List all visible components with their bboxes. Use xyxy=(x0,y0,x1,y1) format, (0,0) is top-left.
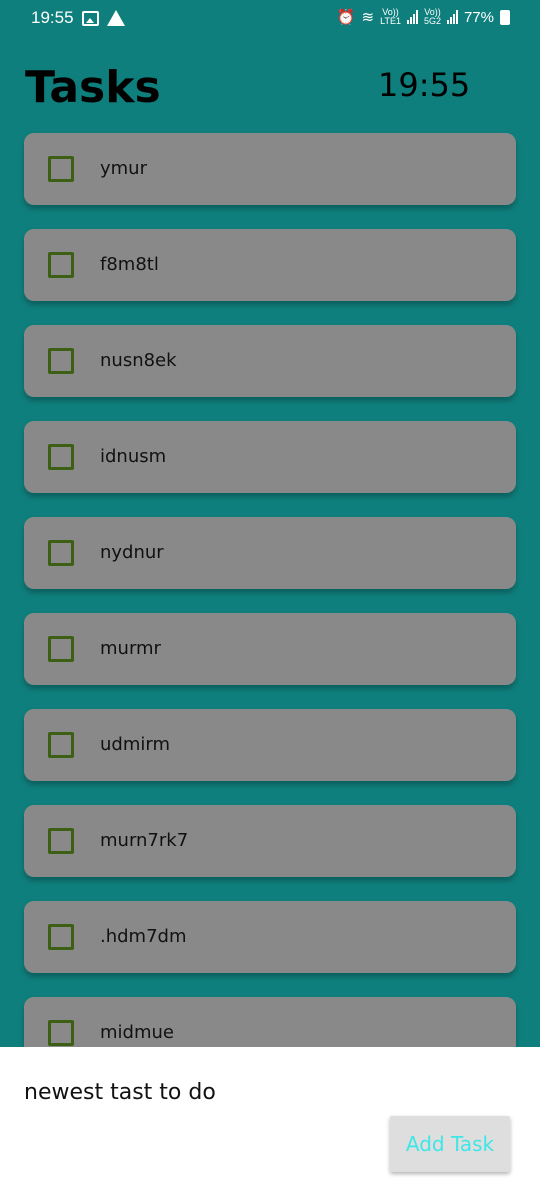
task-label: idnusm xyxy=(100,446,167,467)
app-screen: 19:55 ⏰ ≋ Vo)) LTE1 Vo)) 5G2 77% Tasks 1… xyxy=(0,0,540,1204)
task-checkbox[interactable] xyxy=(48,1020,74,1046)
signal1-icon xyxy=(406,10,418,24)
task-item[interactable]: udmirm xyxy=(24,709,516,781)
task-checkbox[interactable] xyxy=(48,732,74,758)
task-item[interactable]: ymur xyxy=(24,133,516,205)
task-label: nusn8ek xyxy=(100,350,177,371)
task-item[interactable]: murmr xyxy=(24,613,516,685)
status-bar: 19:55 ⏰ ≋ Vo)) LTE1 Vo)) 5G2 77% xyxy=(0,0,540,38)
5g2-label: 5G2 xyxy=(423,16,441,26)
task-checkbox[interactable] xyxy=(48,252,74,278)
task-label: ymur xyxy=(100,158,147,179)
task-label: midmue xyxy=(100,1022,174,1043)
task-item[interactable]: nusn8ek xyxy=(24,325,516,397)
task-checkbox[interactable] xyxy=(48,156,74,182)
task-checkbox[interactable] xyxy=(48,540,74,566)
page-title: Tasks xyxy=(25,62,161,113)
task-checkbox[interactable] xyxy=(48,828,74,854)
signal2-icon xyxy=(446,10,458,24)
status-bar-right: ⏰ ≋ Vo)) LTE1 Vo)) 5G2 77% xyxy=(337,8,510,26)
task-label: murn7rk7 xyxy=(100,830,189,851)
new-task-input[interactable] xyxy=(24,1075,384,1109)
task-checkbox[interactable] xyxy=(48,924,74,950)
add-task-panel: Add Task xyxy=(0,1047,540,1204)
task-item[interactable]: .hdm7dm xyxy=(24,901,516,973)
task-item[interactable]: f8m8tl xyxy=(24,229,516,301)
status-time: 19:55 xyxy=(31,8,74,27)
warning-icon xyxy=(106,10,125,26)
gallery-icon xyxy=(81,10,99,26)
task-label: udmirm xyxy=(100,734,170,755)
task-checkbox[interactable] xyxy=(48,636,74,662)
lte1-label: LTE1 xyxy=(380,16,401,26)
volte2-indicator: Vo)) 5G2 xyxy=(424,8,441,26)
task-checkbox[interactable] xyxy=(48,348,74,374)
volte1-indicator: Vo)) LTE1 xyxy=(380,8,401,26)
add-task-button[interactable]: Add Task xyxy=(390,1116,510,1172)
task-item[interactable]: nydnur xyxy=(24,517,516,589)
task-item[interactable]: idnusm xyxy=(24,421,516,493)
wifi-icon: ≋ xyxy=(361,9,375,26)
battery-icon xyxy=(500,9,510,25)
task-label: nydnur xyxy=(100,542,164,563)
task-label: murmr xyxy=(100,638,161,659)
battery-percent: 77% xyxy=(463,8,494,26)
header-clock: 19:55 xyxy=(378,66,471,104)
alarm-icon: ⏰ xyxy=(336,9,356,26)
task-item[interactable]: murn7rk7 xyxy=(24,805,516,877)
task-checkbox[interactable] xyxy=(48,444,74,470)
status-bar-left: 19:55 xyxy=(31,8,125,28)
task-label: .hdm7dm xyxy=(100,926,187,947)
task-label: f8m8tl xyxy=(100,254,159,275)
